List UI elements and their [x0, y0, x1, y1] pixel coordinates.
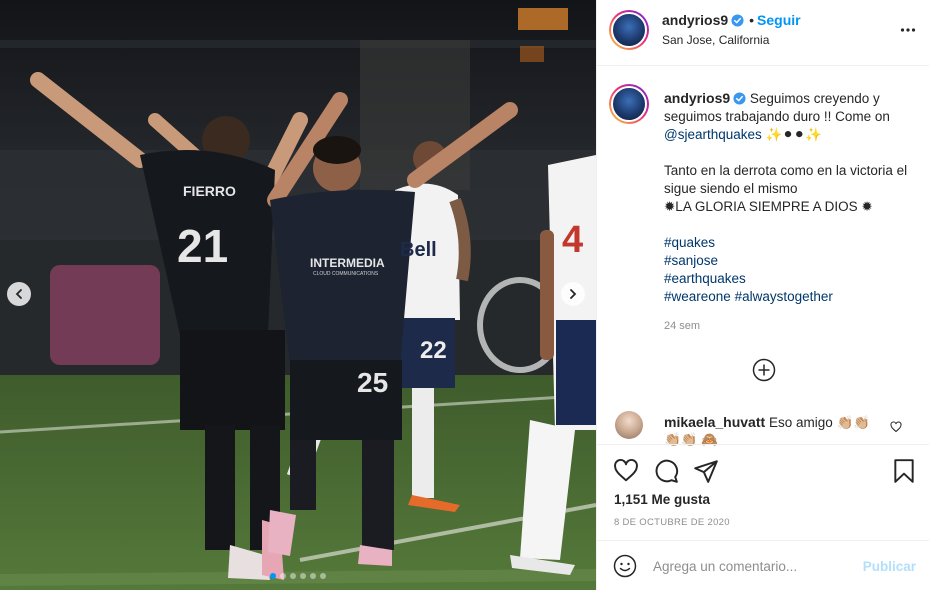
carousel-dot	[270, 573, 276, 579]
carousel-dot	[310, 573, 316, 579]
more-options-icon[interactable]	[900, 22, 916, 38]
jersey-sponsor-text: INTERMEDIA	[310, 256, 385, 270]
soccer-celebration-image: FIERRO 21 INTERMEDIA CLOUD COMMUNICATION…	[0, 0, 596, 590]
likes-count[interactable]: 1,151 Me gusta	[614, 492, 710, 507]
author-avatar[interactable]	[609, 10, 649, 50]
jersey-name-text: FIERRO	[183, 183, 236, 199]
hashtag-link[interactable]: #alwaystogether	[735, 289, 833, 304]
publish-button[interactable]: Publicar	[863, 559, 916, 574]
caption-line-3: ✹LA GLORIA SIEMPRE A DIOS ✹	[664, 199, 873, 214]
share-icon[interactable]	[693, 458, 719, 484]
jersey-number-center: 25	[357, 367, 388, 398]
verified-badge-icon	[731, 14, 744, 27]
carousel-dot	[280, 573, 286, 579]
caption-line-2: Tanto en la derrota como en la victoria …	[664, 163, 908, 196]
commenter-username[interactable]: mikaela_huvatt	[664, 414, 765, 430]
post-photo[interactable]: FIERRO 21 INTERMEDIA CLOUD COMMUNICATION…	[0, 0, 596, 590]
mention-suffix: ✨⚫⚫✨	[761, 127, 822, 142]
carousel-prev-button[interactable]	[7, 282, 31, 306]
hashtag-link[interactable]: #weareone	[664, 289, 731, 304]
caption-time-ago[interactable]: 24 sem	[664, 320, 700, 332]
jersey-number-right: 4	[562, 219, 583, 261]
carousel-indicator	[0, 573, 596, 579]
comment-like-icon[interactable]	[890, 421, 902, 433]
post-actions: 1,151 Me gusta 8 DE OCTUBRE DE 2020	[597, 444, 929, 540]
follow-button[interactable]: Seguir	[757, 12, 801, 28]
add-comment-bar: Publicar	[597, 540, 929, 590]
carousel-dot	[300, 573, 306, 579]
separator-dot: •	[749, 12, 755, 28]
post-date[interactable]: 8 DE OCTUBRE DE 2020	[614, 517, 730, 528]
hashtag-link[interactable]: #quakes	[664, 235, 715, 250]
jersey-number-left: 21	[177, 220, 228, 272]
chevron-left-icon	[15, 289, 22, 299]
carousel-dot	[320, 573, 326, 579]
jersey-number-white: 22	[420, 337, 447, 364]
hashtag-link[interactable]: #earthquakes	[664, 271, 746, 286]
load-more-comments-icon[interactable]	[752, 358, 776, 382]
like-heart-icon[interactable]	[613, 458, 639, 484]
post-header: andyrios9 • Seguir San Jose, California	[597, 0, 929, 66]
caption-avatar[interactable]	[609, 84, 649, 124]
commenter-avatar[interactable]	[615, 411, 643, 439]
carousel-next-button[interactable]	[561, 282, 585, 306]
hashtag-link[interactable]: #sanjose	[664, 253, 718, 268]
jersey-sponsor-sub-text: CLOUD COMMUNICATIONS	[313, 271, 379, 277]
author-username[interactable]: andyrios9	[662, 12, 728, 28]
chevron-right-icon	[570, 289, 577, 299]
carousel-dot	[290, 573, 296, 579]
jersey-sponsor-white: Bell	[400, 239, 437, 261]
comment-input[interactable]	[653, 555, 853, 577]
verified-badge-icon	[733, 92, 746, 105]
post-side-panel: andyrios9 • Seguir San Jose, California a…	[596, 0, 929, 590]
caption-username[interactable]: andyrios9	[664, 90, 730, 106]
mention-link[interactable]: @sjearthquakes	[664, 127, 762, 142]
save-bookmark-icon[interactable]	[892, 458, 916, 484]
location-link[interactable]: San Jose, California	[662, 33, 769, 47]
comment-icon[interactable]	[653, 458, 679, 484]
emoji-icon[interactable]	[613, 554, 637, 578]
